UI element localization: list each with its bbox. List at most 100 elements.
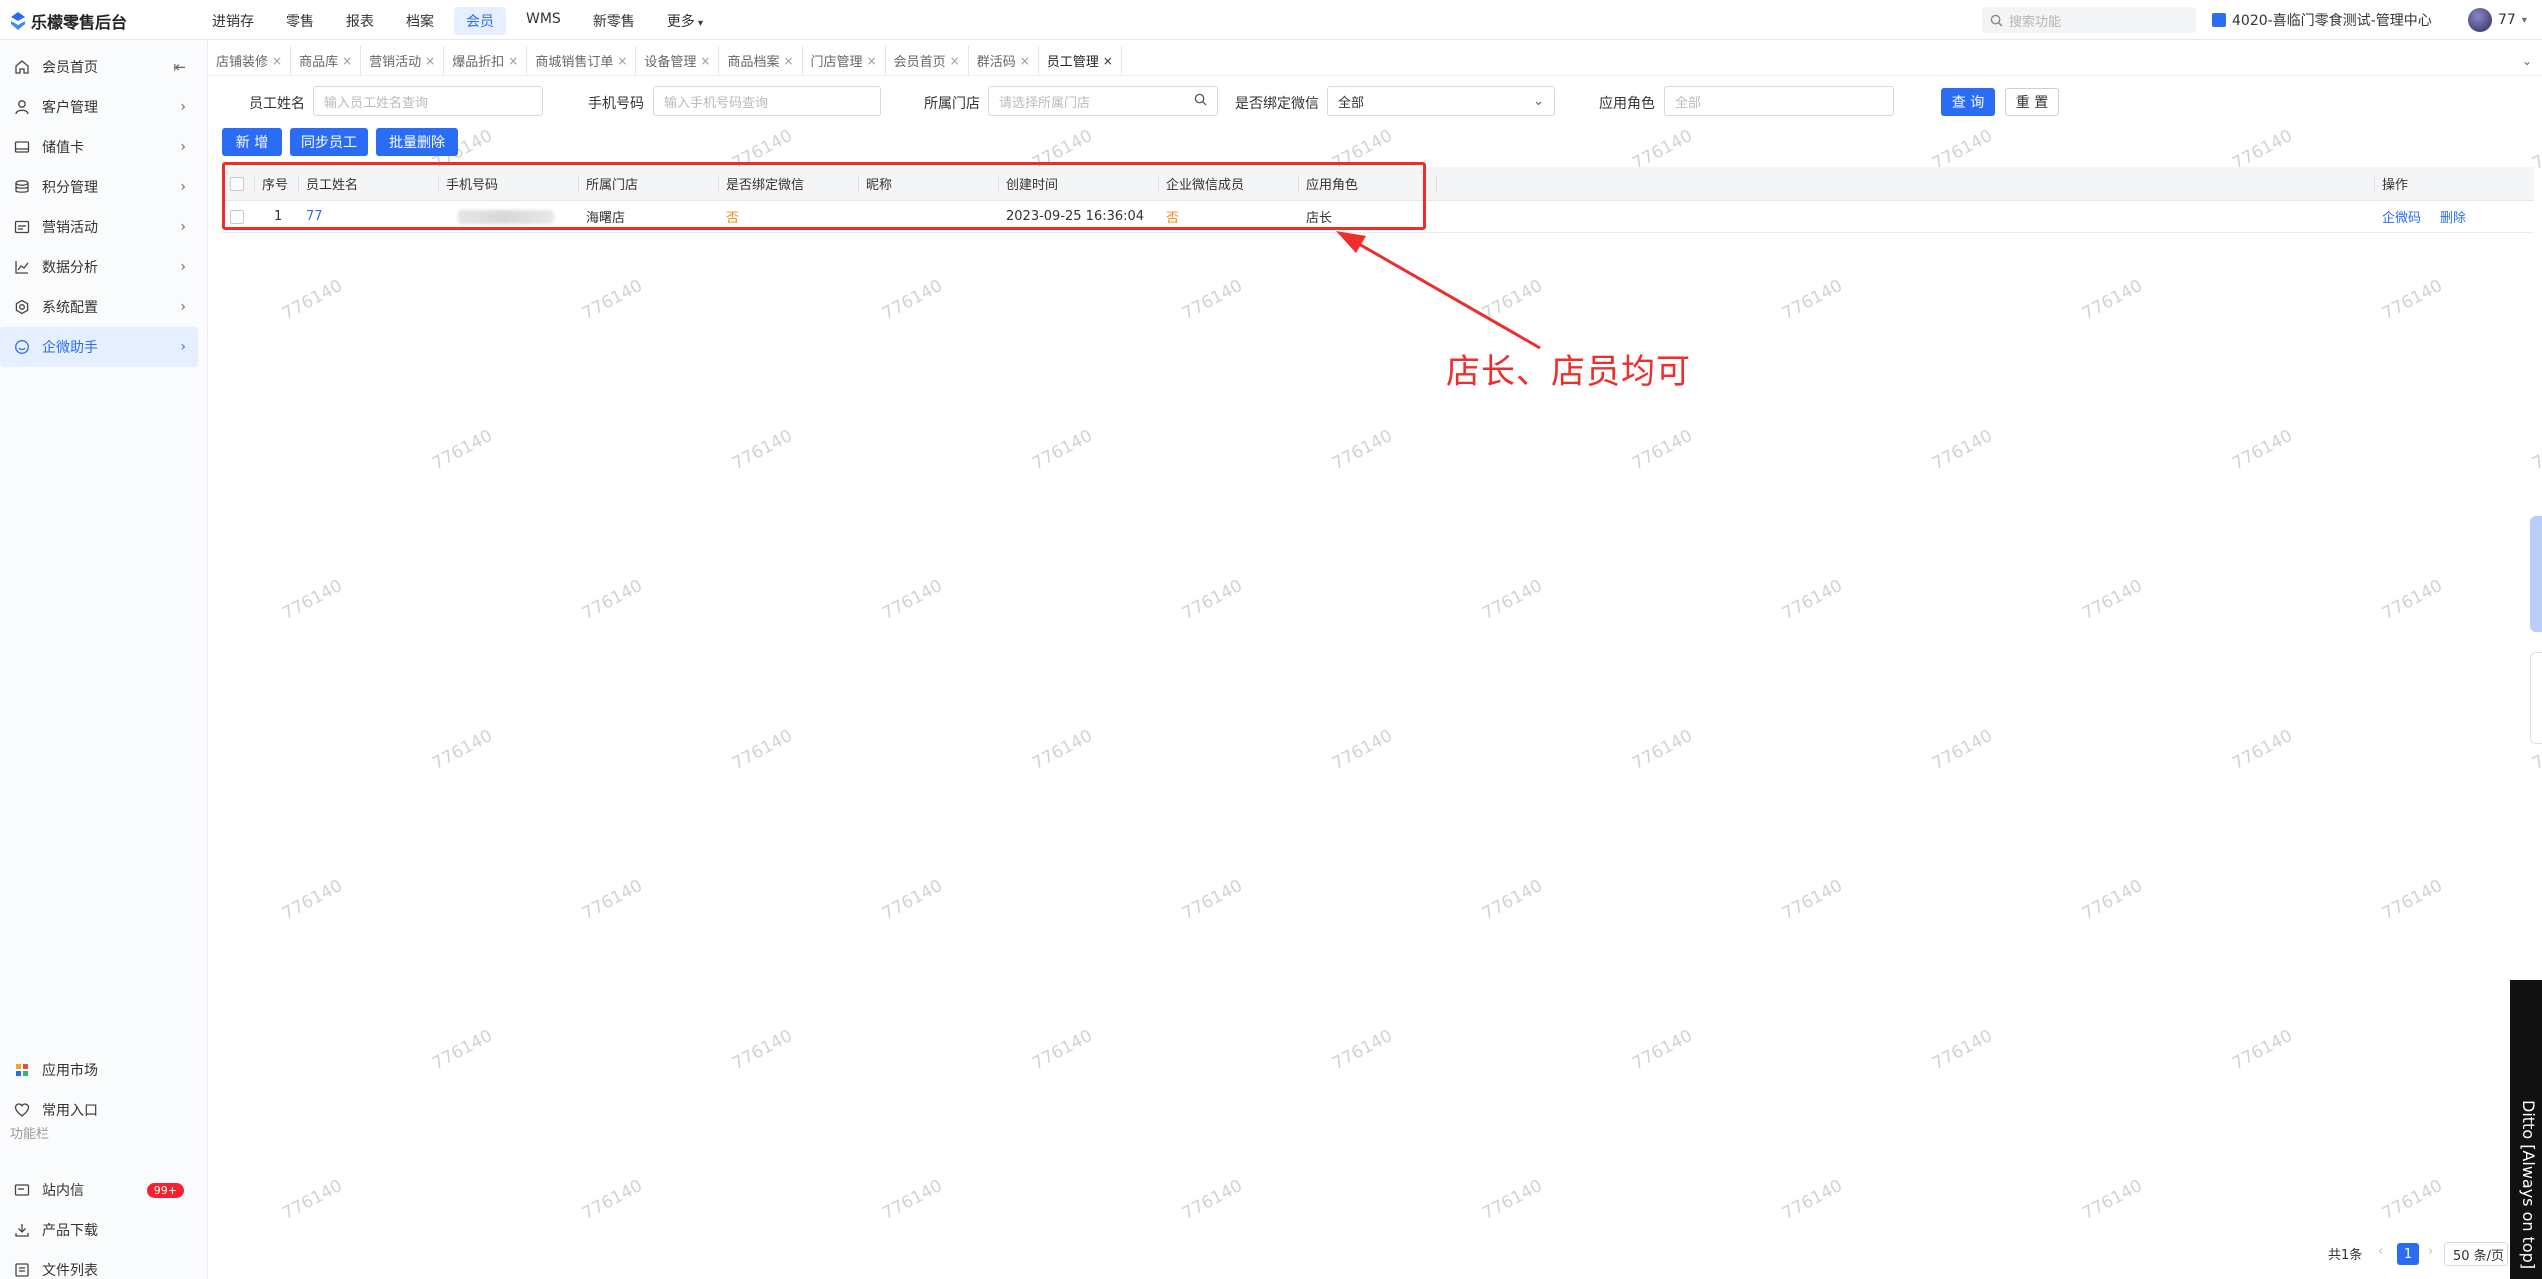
watermark-text: 776140 (579, 275, 646, 325)
close-icon[interactable]: × (950, 54, 960, 68)
close-icon[interactable]: × (617, 54, 627, 68)
sidebar-item-system-config[interactable]: 系统配置 › (0, 287, 198, 327)
reset-button[interactable]: 重 置 (2005, 88, 2059, 116)
wecom-code-link[interactable]: 企微码 (2382, 201, 2421, 232)
sidebar-item-app-market[interactable]: 应用市场 (0, 1050, 198, 1090)
tab-mall-orders[interactable]: 商城销售订单 × (527, 45, 637, 76)
nav-item-more[interactable]: 更多 ▾ (655, 7, 715, 35)
sidebar-item-label: 文件列表 (42, 1263, 98, 1279)
close-icon[interactable]: × (425, 54, 435, 68)
sidebar-item-wecom-assistant[interactable]: 企微助手 › (0, 327, 198, 367)
role-select[interactable]: 全部 (1664, 86, 1894, 116)
header-created-time: 创建时间 (1006, 178, 1059, 193)
sidebar-item-product-download[interactable]: 产品下载 (0, 1210, 198, 1250)
sidebar-item-analytics[interactable]: 数据分析 › (0, 247, 198, 287)
nav-item-retail[interactable]: 零售 (274, 7, 326, 35)
row-checkbox[interactable] (230, 201, 244, 232)
phone-placeholder: 输入手机号码查询 (664, 95, 769, 111)
batch-delete-button[interactable]: 批量删除 (376, 128, 458, 156)
sidebar-item-marketing[interactable]: 营销活动 › (0, 207, 198, 247)
tab-staff-management[interactable]: 员工管理 × (1039, 45, 1122, 76)
nav-item-reports[interactable]: 报表 (334, 7, 386, 35)
floating-help-panel[interactable] (2530, 516, 2542, 632)
watermark-text: 776140 (1329, 425, 1396, 475)
prev-page-icon[interactable]: ‹ (2378, 1244, 2383, 1259)
tab-product-archive[interactable]: 商品档案 × (719, 45, 803, 76)
watermark-text: 776140 (1479, 875, 1546, 925)
watermark-text: 776140 (1179, 575, 1246, 625)
tab-store-management[interactable]: 门店管理 × (803, 45, 886, 76)
sync-staff-button[interactable]: 同步员工 (290, 128, 368, 156)
nav-item-wms[interactable]: WMS (514, 7, 573, 35)
ditto-title: Ditto [Always on top] (2519, 1100, 2538, 1270)
column-divider (1158, 175, 1159, 193)
select-all-checkbox[interactable] (230, 167, 244, 200)
tab-product-library[interactable]: 商品库 × (291, 45, 362, 76)
nav-item-member[interactable]: 会员 (454, 7, 506, 35)
nav-item-inventory[interactable]: 进销存 (200, 7, 266, 35)
collapse-sidebar-icon[interactable]: ⇤ (173, 58, 186, 76)
next-page-icon[interactable]: › (2428, 1244, 2433, 1259)
query-button[interactable]: 查 询 (1941, 88, 1995, 116)
checkbox-box (230, 176, 244, 191)
close-icon[interactable]: × (508, 54, 518, 68)
store-switcher[interactable]: 4020-喜临门零食测试-管理中心 (2212, 10, 2432, 30)
role-placeholder: 全部 (1675, 95, 1702, 111)
sidebar-item-stored-value-card[interactable]: 储值卡 › (0, 127, 198, 167)
tabs-overflow-icon[interactable]: ⌄ (2522, 54, 2532, 68)
tab-group-live-code[interactable]: 群活码 × (969, 45, 1039, 76)
sidebar-item-inbox[interactable]: 站内信 99+ (0, 1170, 198, 1210)
store-select[interactable]: 请选择所属门店 (988, 86, 1218, 116)
cell-staff-name-link[interactable]: 77 (306, 201, 323, 232)
annotation-text: 店长、店员均可 (1446, 352, 1691, 392)
page-size-select[interactable]: 50 条/页 (2444, 1242, 2508, 1266)
watermark-text: 776140 (1929, 425, 1996, 475)
tab-label: 商品库 (299, 55, 339, 70)
close-icon[interactable]: × (342, 54, 352, 68)
close-icon[interactable]: × (1103, 54, 1113, 68)
close-icon[interactable]: × (700, 54, 710, 68)
watermark-text: 776140 (879, 875, 946, 925)
tab-device-management[interactable]: 设备管理 × (636, 45, 720, 76)
search-input[interactable]: 搜索功能 (1982, 7, 2196, 33)
nav-item-archive[interactable]: 档案 (394, 7, 446, 35)
tab-member-home[interactable]: 会员首页 × (886, 45, 969, 76)
close-icon[interactable]: × (272, 54, 282, 68)
tab-label: 营销活动 (369, 55, 422, 70)
sidebar-item-label: 储值卡 (42, 140, 84, 156)
sidebar-item-member-home[interactable]: 会员首页 ⇤ (0, 47, 198, 87)
cell-phone (458, 201, 554, 232)
floating-service-panel[interactable] (2530, 652, 2542, 744)
close-icon[interactable]: × (783, 54, 793, 68)
wechat-bound-select[interactable]: 全部 ⌄ (1327, 86, 1555, 116)
tab-marketing[interactable]: 营销活动 × (361, 45, 445, 76)
sidebar-item-file-list[interactable]: 文件列表 (0, 1250, 198, 1279)
staff-name-input[interactable]: 输入员工姓名查询 (313, 86, 543, 116)
page-1-button[interactable]: 1 (2397, 1243, 2419, 1265)
nav-item-new-retail[interactable]: 新零售 (581, 7, 647, 35)
watermark-text: 776140 (1179, 875, 1246, 925)
watermark-text: 776140 (879, 575, 946, 625)
watermark-text: 776140 (579, 1175, 646, 1225)
watermark-text: 776140 (2079, 1175, 2146, 1225)
caret-down-icon: ▾ (694, 18, 704, 29)
header-staff-name: 员工姓名 (306, 178, 359, 193)
tab-store-decoration[interactable]: 店铺装修 × (208, 45, 292, 76)
sidebar-item-customers[interactable]: 客户管理 › (0, 87, 198, 127)
cell-created-time: 2023-09-25 16:36:04 (1006, 209, 1145, 224)
sidebar-item-points[interactable]: 积分管理 › (0, 167, 198, 207)
close-icon[interactable]: × (1020, 54, 1030, 68)
tab-label: 门店管理 (810, 55, 863, 70)
tab-hot-discount[interactable]: 爆品折扣 × (444, 45, 528, 76)
user-menu[interactable]: 77 ▾ (2468, 8, 2527, 32)
phone-input[interactable]: 输入手机号码查询 (653, 86, 881, 116)
column-divider (718, 175, 719, 193)
delete-link[interactable]: 删除 (2440, 201, 2466, 232)
close-icon[interactable]: × (867, 54, 877, 68)
watermark-text: 776140 (1779, 875, 1846, 925)
add-button[interactable]: 新 增 (222, 128, 282, 156)
header-index: 序号 (262, 178, 289, 193)
checkbox-box (230, 209, 244, 224)
app-logo[interactable]: 乐檬零售后台 (10, 9, 127, 33)
sidebar-item-label: 站内信 (42, 1183, 84, 1199)
